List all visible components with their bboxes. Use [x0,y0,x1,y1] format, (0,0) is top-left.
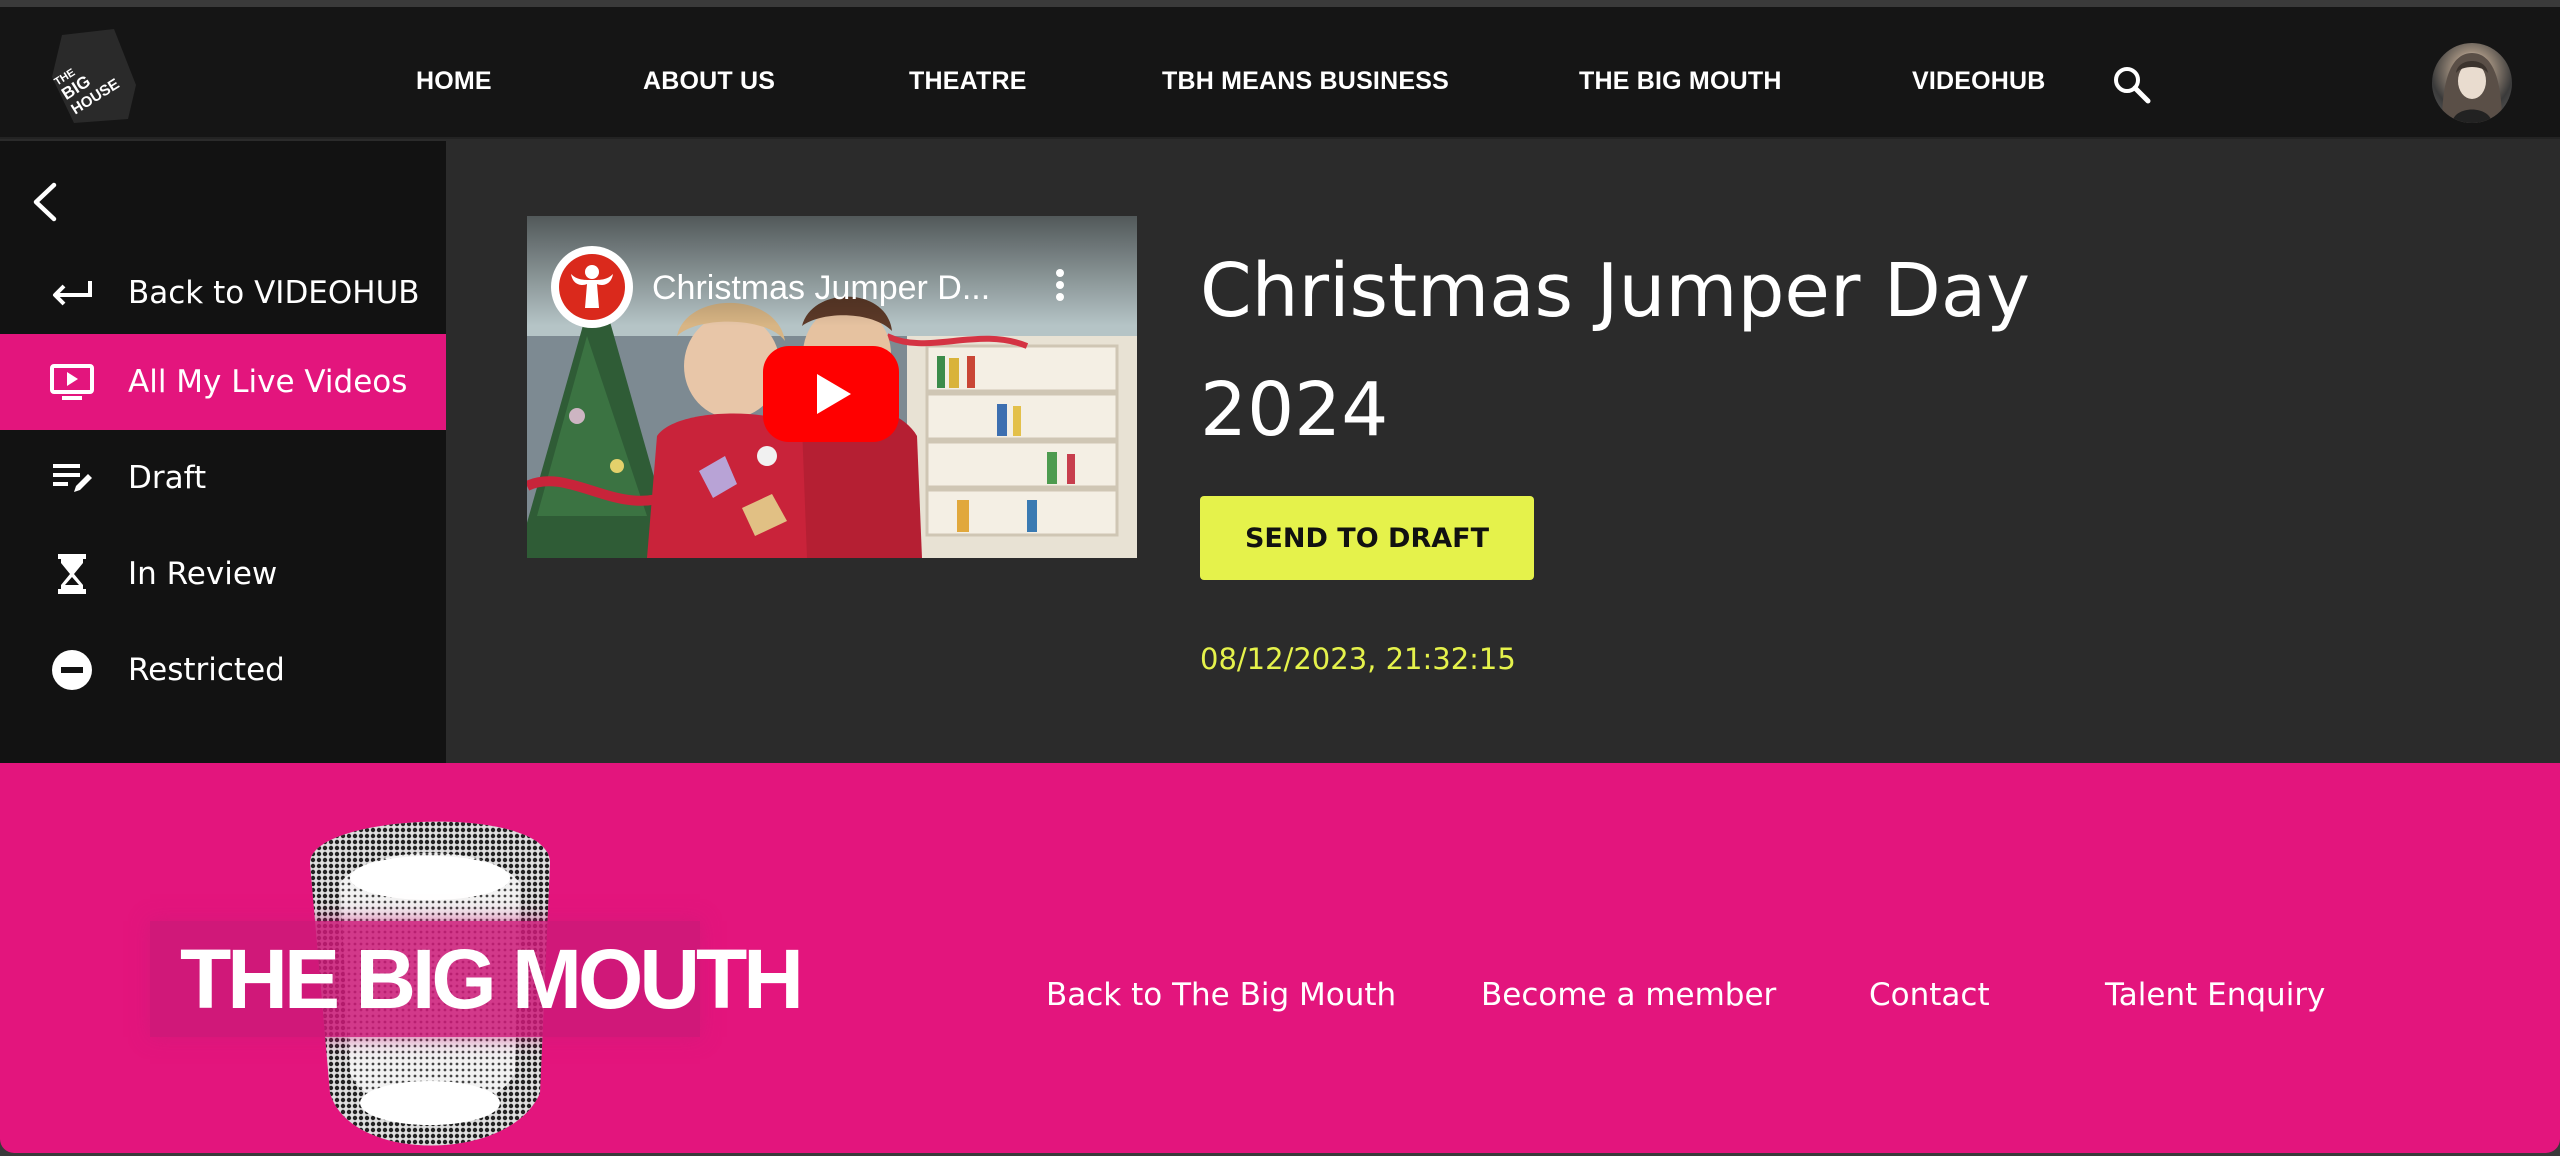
sidebar-item-back-to-videohub[interactable]: Back to VIDEOHUB [0,245,446,341]
return-arrow-icon [44,277,100,309]
minus-circle-icon [44,649,100,691]
nav-the-big-mouth[interactable]: THE BIG MOUTH [1579,67,1782,96]
video-timestamp: 08/12/2023, 21:32:15 [1200,642,1516,676]
sidebar-item-label: Restricted [128,652,285,688]
nav-tbh-means-business[interactable]: TBH MEANS BUSINESS [1162,67,1449,96]
nav-home[interactable]: HOME [416,67,492,96]
sidebar-item-all-my-live-videos[interactable]: All My Live Videos [0,334,446,430]
video-page-title: Christmas Jumper Day 2024 [1200,248,2031,453]
sidebar-item-restricted[interactable]: Restricted [0,622,446,718]
sidebar-item-draft[interactable]: Draft [0,430,446,526]
top-header: THE BIG HOUSE HOME ABOUT US THEATRE TBH … [0,7,2560,139]
sidebar-item-label: Draft [128,460,207,496]
sidebar-item-label: Back to VIDEOHUB [128,275,420,311]
search-icon[interactable] [2110,63,2154,107]
sidebar-item-label: In Review [128,556,278,592]
app-window: THE BIG HOUSE HOME ABOUT US THEATRE TBH … [0,7,2560,1153]
footer-link-back-to-big-mouth[interactable]: Back to The Big Mouth [1046,977,1396,1013]
sidebar-item-label: All My Live Videos [128,364,408,400]
main-nav: HOME ABOUT US THEATRE TBH MEANS BUSINESS… [0,7,2560,139]
nav-videohub[interactable]: VIDEOHUB [1912,67,2046,96]
footer-link-contact[interactable]: Contact [1869,977,1990,1013]
hourglass-icon [44,553,100,595]
sidebar-item-in-review[interactable]: In Review [0,526,446,622]
footer-link-become-member[interactable]: Become a member [1481,977,1776,1013]
edit-list-icon [44,460,100,496]
send-to-draft-button[interactable]: SEND TO DRAFT [1200,496,1534,580]
sidebar: Back to VIDEOHUB All My Live Videos Draf… [0,141,446,763]
user-avatar[interactable] [2432,43,2512,123]
chevron-left-icon[interactable] [26,179,66,225]
nav-about-us[interactable]: ABOUT US [643,67,775,96]
footer: THE BIG MOUTH Back to The Big Mouth Beco… [0,763,2560,1153]
nav-theatre[interactable]: THEATRE [909,67,1027,96]
live-tv-icon [44,363,100,401]
more-vertical-icon[interactable] [1050,265,1070,305]
video-title[interactable]: Christmas Jumper D... [652,269,990,308]
footer-link-talent-enquiry[interactable]: Talent Enquiry [2105,977,2325,1013]
youtube-play-icon[interactable] [763,346,899,442]
big-mouth-logo-text: THE BIG MOUTH [180,932,804,1026]
save-the-children-icon[interactable] [551,246,633,328]
